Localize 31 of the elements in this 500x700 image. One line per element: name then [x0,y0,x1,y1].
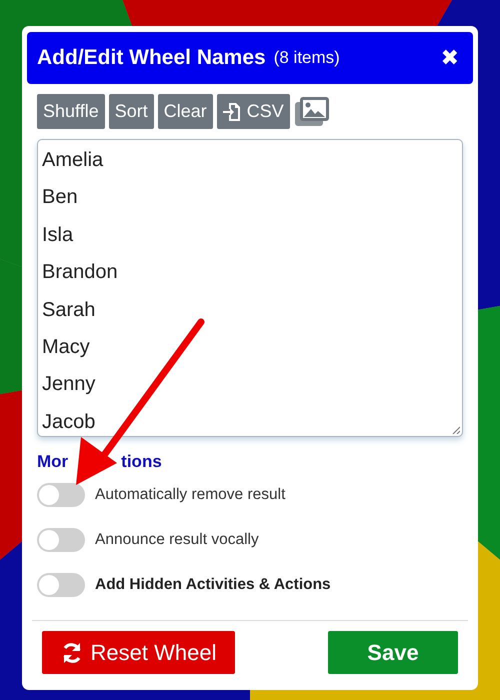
toggle-switch[interactable] [37,572,85,596]
reset-wheel-button[interactable]: Reset Wheel [42,631,235,674]
resize-grip-icon [452,426,460,434]
name-line: Jacob [42,410,96,435]
images-icon [294,96,330,128]
option-label: Announce result vocally [95,530,259,548]
name-line: Brandon [42,260,119,286]
name-line: Amelia [42,148,104,173]
csv-import-button[interactable]: CSV [216,94,290,129]
toolbar-button[interactable]: Sort [108,94,154,129]
image-button[interactable] [294,96,330,128]
more-options-link[interactable]: Mor [37,452,68,472]
more-options-link[interactable]: tions [121,452,162,472]
name-line: Macy [42,335,91,360]
refresh-icon [60,642,83,664]
names-textarea[interactable]: Amelia Ben Isla Brandon Sarah Macy Jenny Jacob [37,139,463,437]
option-label: Automatically remove result [95,486,286,504]
dialog-title: Add/Edit Wheel Names [37,46,266,70]
name-line: Isla [42,222,74,248]
toolbar-button[interactable]: Shuffle [37,94,105,129]
name-line: Sarah [42,298,96,323]
toggle-switch[interactable] [37,528,85,552]
close-button[interactable]: ✖ [436,46,463,70]
toggle-switch[interactable] [37,482,85,506]
file-import-icon [222,102,241,122]
name-line: Jenny [42,372,96,398]
item-count: (8 items) [274,48,340,68]
save-button[interactable]: Save [328,631,458,674]
option-label: Add Hidden Activities & Actions [95,576,331,594]
name-line: Ben [42,185,79,210]
toolbar-button[interactable]: Clear [158,94,213,129]
